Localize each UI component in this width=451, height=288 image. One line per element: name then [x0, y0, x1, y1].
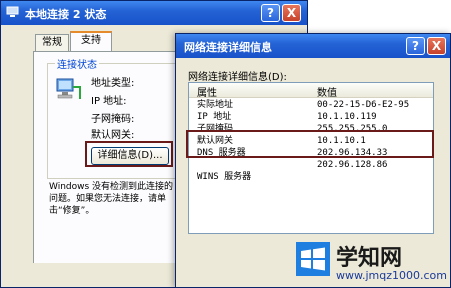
label-address-type: 地址类型: [91, 78, 135, 89]
column-header-value[interactable]: 数值 [317, 84, 337, 99]
network-connection-icon [6, 6, 19, 17]
group-title: 连接状态 [55, 56, 99, 71]
list-row[interactable]: WINS 服务器 [189, 171, 433, 183]
watermark-title: 学知网 [336, 246, 403, 271]
label-ip-address: IP 地址: [91, 96, 127, 107]
row-property: WINS 服务器 [197, 172, 252, 182]
watermark-url: www.jmqz1000.com [336, 269, 447, 282]
column-header-property[interactable]: 属性 [197, 84, 217, 99]
tab-general[interactable]: 常规 [35, 34, 69, 51]
label-subnet-mask: 子网掩码: [91, 114, 135, 125]
title-bar[interactable]: 本地连接 2 状态 ? X [1, 1, 307, 25]
watermark: 学知网 www.jmqz1000.com [296, 238, 451, 288]
tab-support[interactable]: 支持 [70, 31, 112, 53]
details-list[interactable]: 属性 数值 实际地址 00-22-15-D6-E2-95 IP 地址 10.1.… [188, 82, 434, 234]
dialog-title: 网络连接详细信息 [184, 41, 272, 54]
close-button[interactable]: X [282, 4, 301, 22]
list-header: 属性 数值 [189, 83, 433, 99]
dialog-close-button[interactable]: X [427, 37, 446, 55]
row-property: IP 地址 [197, 112, 232, 122]
window-title: 本地连接 2 状态 [25, 8, 107, 21]
row-value: 202.96.128.86 [317, 160, 388, 170]
highlight-box [85, 141, 173, 167]
details-list-label: 网络连接详细信息(D): [188, 72, 287, 83]
row-property: 实际地址 [197, 100, 234, 110]
help-button[interactable]: ? [261, 4, 280, 22]
status-message: Windows 没有检测到此连接的问题。如果您无法连接，请单击“修复”。 [49, 182, 174, 216]
dns-highlight-box [186, 130, 434, 158]
list-row[interactable]: 202.96.128.86 [189, 159, 433, 171]
dialog-help-button[interactable]: ? [406, 37, 425, 55]
row-value: 10.1.10.119 [317, 112, 377, 122]
list-row[interactable]: IP 地址 10.1.10.119 [189, 111, 433, 123]
network-computer-icon [56, 78, 81, 99]
dialog-title-bar[interactable]: 网络连接详细信息 ? X [176, 34, 450, 58]
row-value: 00-22-15-D6-E2-95 [317, 100, 410, 110]
label-default-gateway: 默认网关: [91, 130, 135, 141]
windows-logo-icon [296, 242, 330, 276]
list-row[interactable]: 实际地址 00-22-15-D6-E2-95 [189, 99, 433, 111]
